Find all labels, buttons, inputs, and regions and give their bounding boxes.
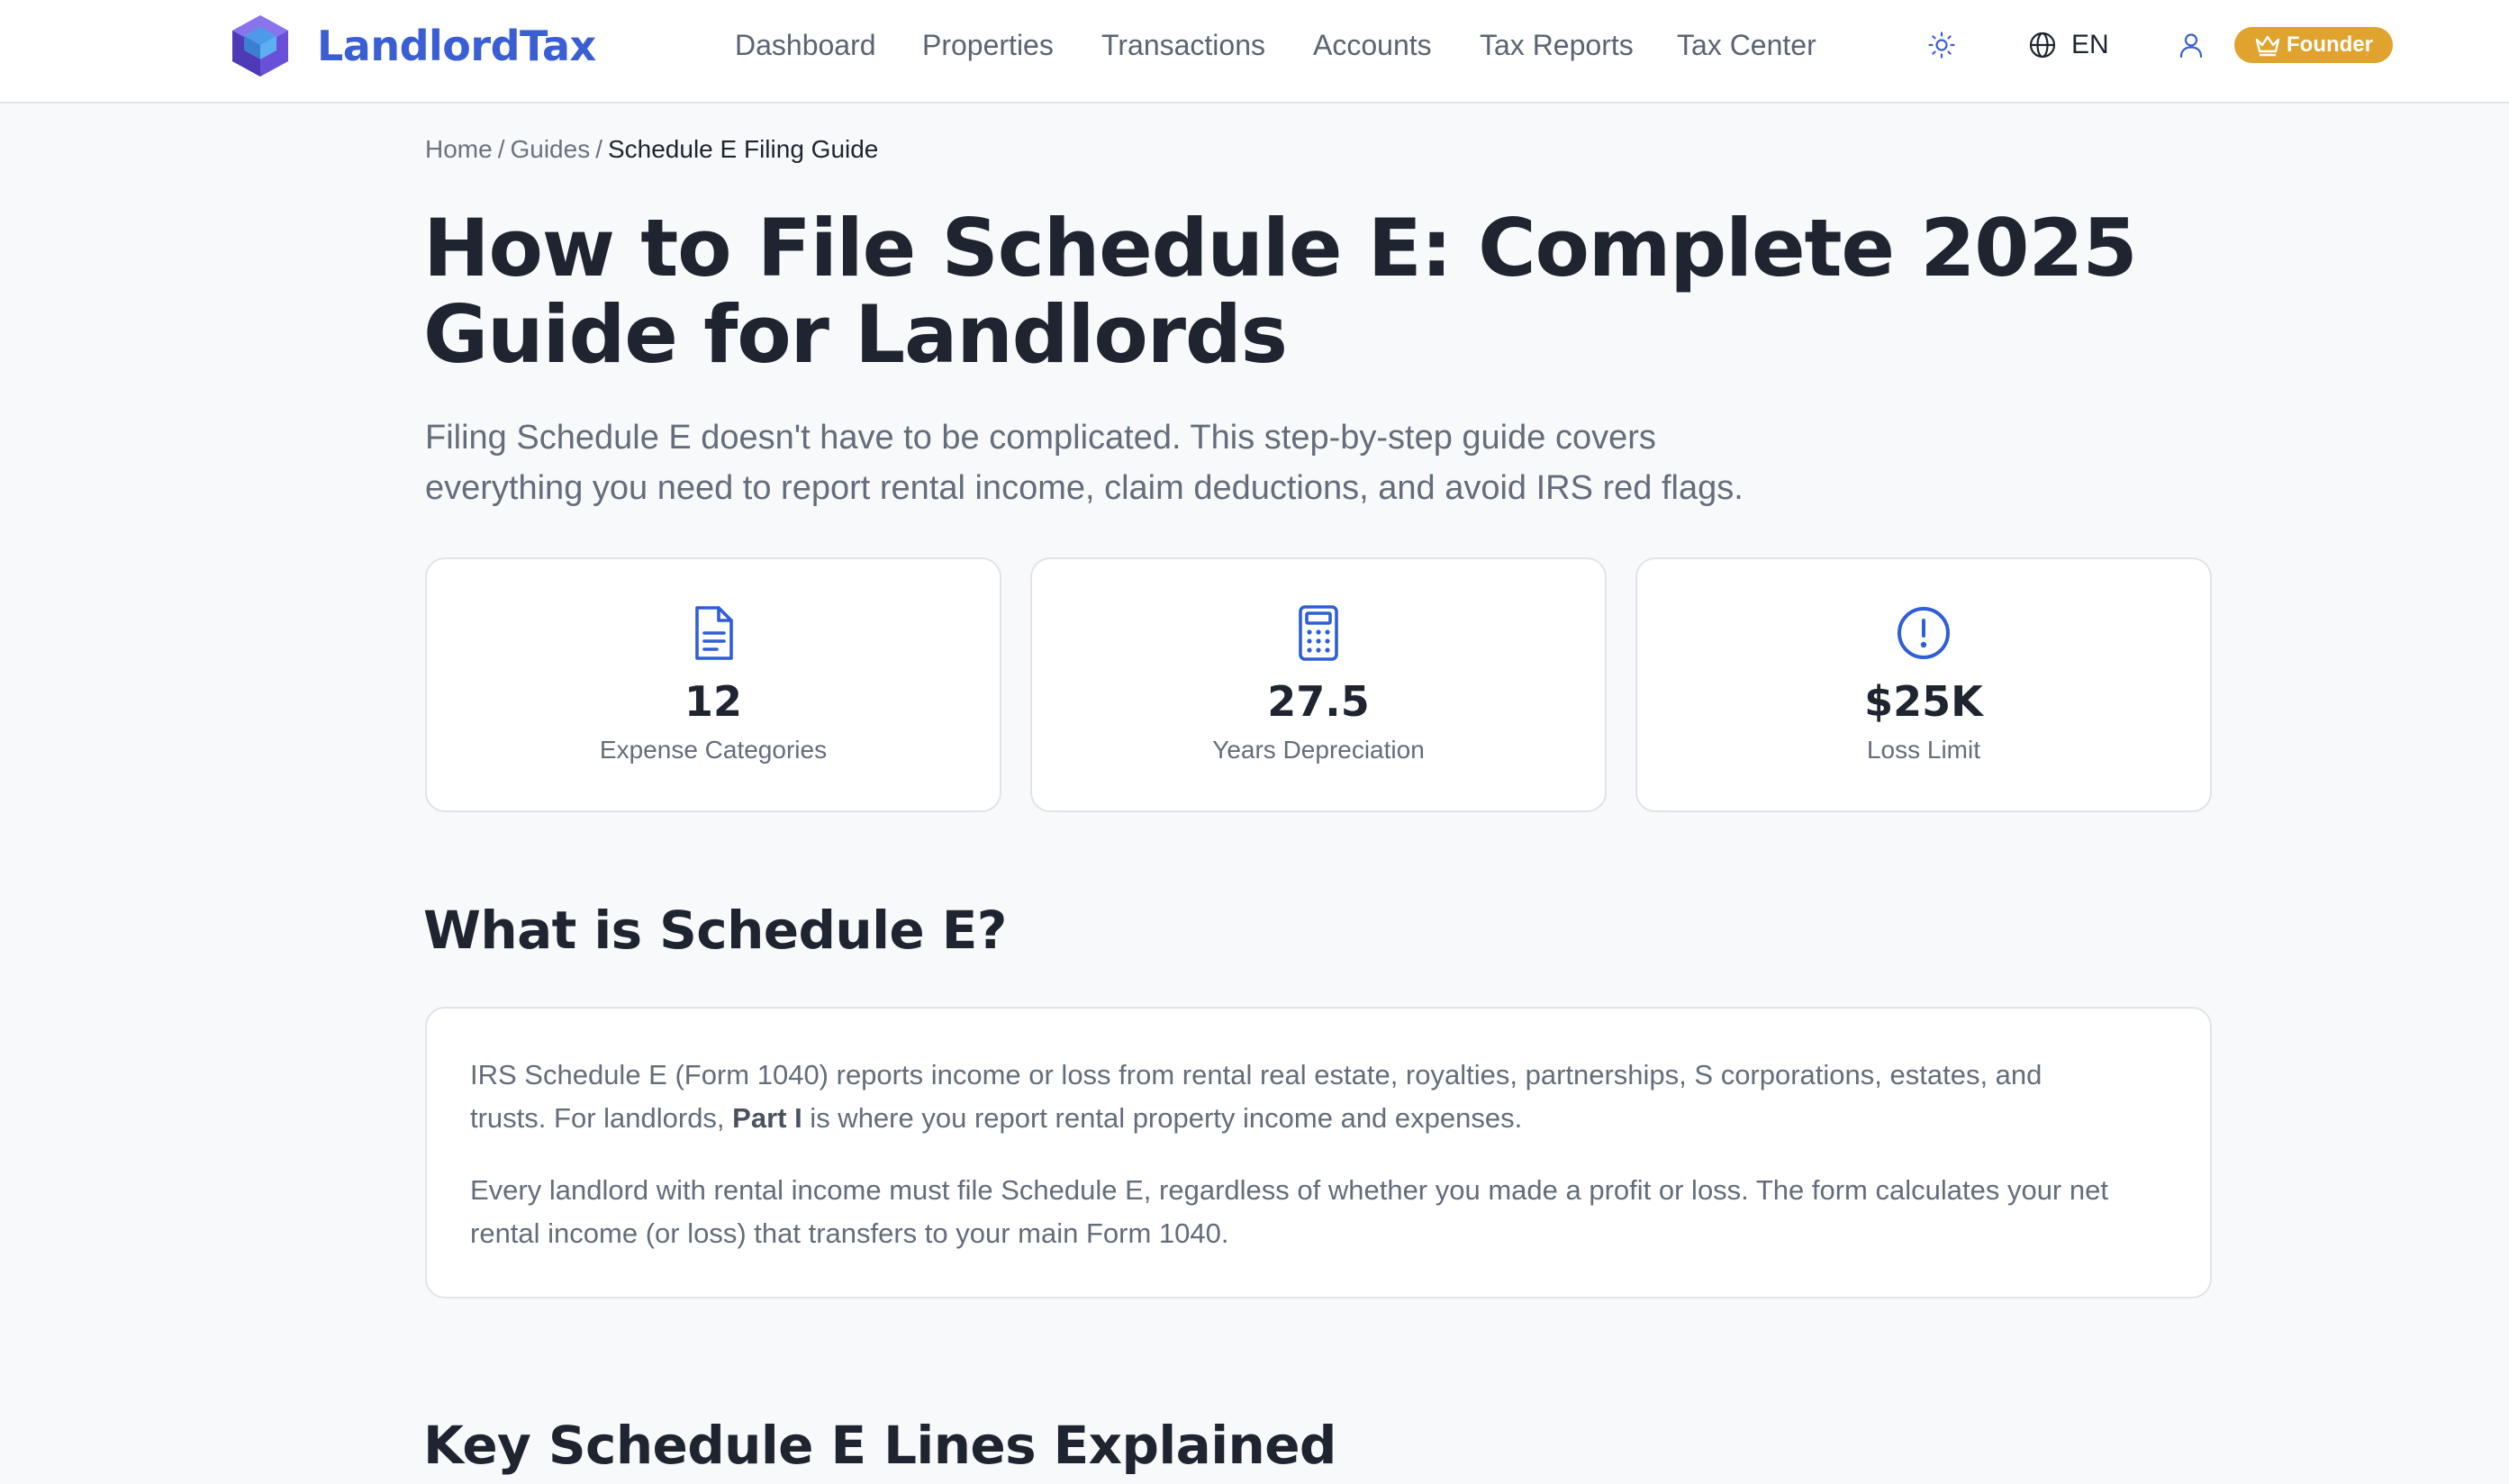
breadcrumb-current: Schedule E Filing Guide	[607, 135, 879, 163]
page-subtitle: Filing Schedule E doesn't have to be com…	[425, 412, 1866, 513]
section-heading-what-is: What is Schedule E?	[423, 900, 1007, 961]
top-navbar: LandlordTax Dashboard Properties Transac…	[0, 0, 2509, 104]
info-text: rental income (or loss) that transfers t…	[470, 1217, 1229, 1249]
stat-value: 12	[684, 677, 742, 726]
stat-label: Loss Limit	[1866, 736, 1981, 764]
stat-label: Expense Categories	[599, 736, 828, 764]
alert-circle-icon	[1898, 607, 1950, 659]
hexagon-cube-logo-icon	[232, 15, 288, 77]
stat-label: Years Depreciation	[1212, 736, 1425, 764]
page-subtitle-line-1: Filing Schedule E doesn't have to be com…	[425, 419, 1656, 457]
info-paragraph: IRS Schedule E (Form 1040) reports incom…	[470, 1054, 2167, 1140]
nav-properties[interactable]: Properties	[922, 27, 1054, 63]
stat-card-loss-limit: $25K Loss Limit	[1635, 557, 2212, 812]
nav-tax-reports[interactable]: Tax Reports	[1480, 27, 1634, 63]
stat-value: $25K	[1864, 677, 1983, 726]
page-title: How to File Schedule E: Complete 2025 Gu…	[423, 205, 2224, 378]
language-selector[interactable]: EN	[2071, 27, 2109, 63]
nav-accounts[interactable]: Accounts	[1313, 27, 1432, 63]
info-paragraph: Every landlord with rental income must f…	[470, 1169, 2167, 1255]
page-subtitle-line-2: everything you need to report rental inc…	[425, 469, 1744, 507]
founder-badge-label: Founder	[2287, 32, 2373, 57]
breadcrumb: Home / Guides / Schedule E Filing Guide	[425, 133, 878, 166]
brand-name: LandlordTax	[317, 22, 596, 70]
breadcrumb-home[interactable]: Home	[425, 135, 493, 163]
info-card-schedule-e: IRS Schedule E (Form 1040) reports incom…	[425, 1007, 2212, 1298]
page-title-line-2: Guide for Landlords	[423, 288, 1288, 381]
stat-value: 27.5	[1267, 677, 1370, 726]
sun-icon[interactable]	[1927, 31, 1956, 59]
breadcrumb-separator: /	[497, 135, 505, 163]
founder-badge[interactable]: Founder	[2234, 27, 2393, 63]
globe-icon[interactable]	[2028, 31, 2057, 59]
crown-icon	[2255, 35, 2280, 57]
section-heading-key-lines: Key Schedule E Lines Explained	[423, 1415, 1336, 1476]
info-text: is where you report rental property inco…	[802, 1102, 1523, 1134]
stat-card-expense-categories: 12 Expense Categories	[425, 557, 1001, 812]
breadcrumb-separator: /	[595, 135, 602, 163]
nav-transactions[interactable]: Transactions	[1101, 27, 1265, 63]
info-text: trusts. For landlords,	[470, 1102, 733, 1134]
info-text: Every landlord with rental income must f…	[470, 1174, 2108, 1206]
calculator-icon	[1299, 605, 1338, 661]
info-text: IRS Schedule E (Form 1040) reports incom…	[470, 1059, 2043, 1090]
brand-logo[interactable]: LandlordTax	[227, 13, 596, 79]
breadcrumb-guides[interactable]: Guides	[510, 135, 590, 163]
page-title-line-1: How to File Schedule E: Complete 2025	[423, 202, 2138, 294]
stat-card-years-depreciation: 27.5 Years Depreciation	[1030, 557, 1607, 812]
nav-tax-center[interactable]: Tax Center	[1677, 27, 1816, 63]
info-bold-text: Part I	[732, 1102, 802, 1134]
document-icon	[695, 606, 733, 660]
user-icon[interactable]	[2178, 32, 2205, 59]
nav-dashboard[interactable]: Dashboard	[735, 27, 876, 63]
